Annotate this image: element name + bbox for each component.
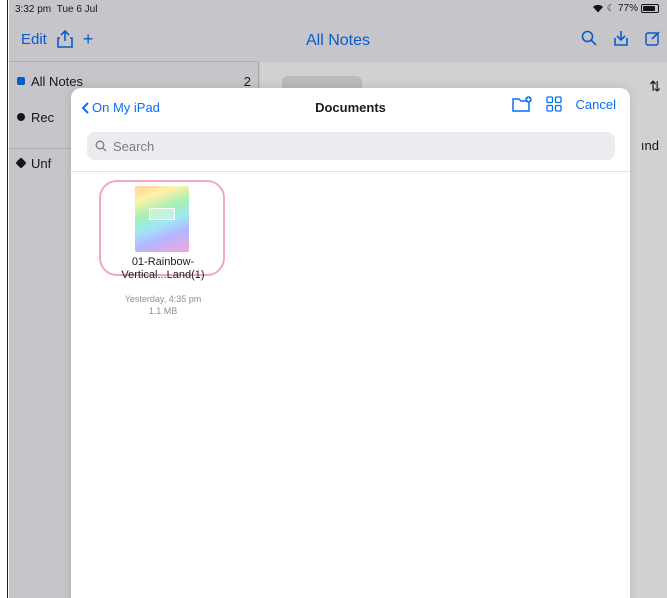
sidebar-item-label: Unf: [31, 155, 52, 171]
screen-frame: 3:32 pm Tue 6 Jul ☾ 77% Edit + All Notes: [0, 0, 667, 598]
file-name-line1: 01-Rainbow-: [131, 256, 195, 268]
status-time: 3:32 pm Tue 6 Jul: [15, 4, 98, 15]
notes-toolbar: Edit + All Notes: [9, 22, 667, 62]
import-icon[interactable]: [613, 30, 629, 46]
battery-percent: 77%: [617, 3, 638, 14]
file-thumbnail[interactable]: [135, 186, 189, 252]
sidebar-item-count: 2: [243, 73, 251, 89]
search-input[interactable]: [113, 138, 593, 154]
modal-actions: Cancel: [511, 96, 616, 112]
file-name: 01-Rainbow- Vertical...Land(1): [99, 256, 227, 282]
file-name-line2: Vertical...Land(1): [121, 269, 205, 281]
compose-icon[interactable]: [645, 30, 661, 46]
clock-icon: [17, 113, 25, 121]
grid-view-icon[interactable]: [545, 96, 562, 112]
sidebar-item-label: Rec: [31, 109, 55, 125]
search-bar[interactable]: [87, 132, 615, 160]
document-picker-modal: On My iPad Documents Cancel Search 01-Ra…: [71, 88, 630, 598]
cancel-button[interactable]: Cancel: [576, 97, 616, 112]
moon-icon: ☾: [606, 3, 615, 13]
toolbar-title: All Notes: [305, 32, 371, 49]
wifi-icon: [592, 4, 603, 13]
status-bar: 3:32 pm Tue 6 Jul ☾ 77%: [9, 0, 667, 20]
battery-icon: [641, 4, 659, 13]
stack-icon: [15, 157, 27, 169]
search-icon: [95, 140, 107, 152]
left-border: [0, 0, 8, 598]
sidebar-divider: [9, 61, 258, 62]
thumbnail-label-box: [149, 208, 175, 220]
modal-divider: [71, 171, 630, 172]
status-indicators: ☾ 77%: [592, 3, 659, 14]
new-folder-icon[interactable]: [511, 96, 532, 112]
sort-icon[interactable]: ⇅: [649, 78, 661, 95]
notes-icon: [17, 77, 25, 85]
ipad-screen: 3:32 pm Tue 6 Jul ☾ 77% Edit + All Notes: [9, 0, 667, 598]
search-icon[interactable]: [581, 30, 597, 46]
file-size: 1.1 MB: [148, 306, 178, 316]
modal-nav-bar: On My iPad Documents Cancel: [71, 88, 630, 128]
note-preview-text: ınd: [640, 138, 659, 153]
sidebar-item-label: All Notes: [31, 73, 84, 89]
file-date: Yesterday, 4:35 pm: [124, 294, 202, 304]
